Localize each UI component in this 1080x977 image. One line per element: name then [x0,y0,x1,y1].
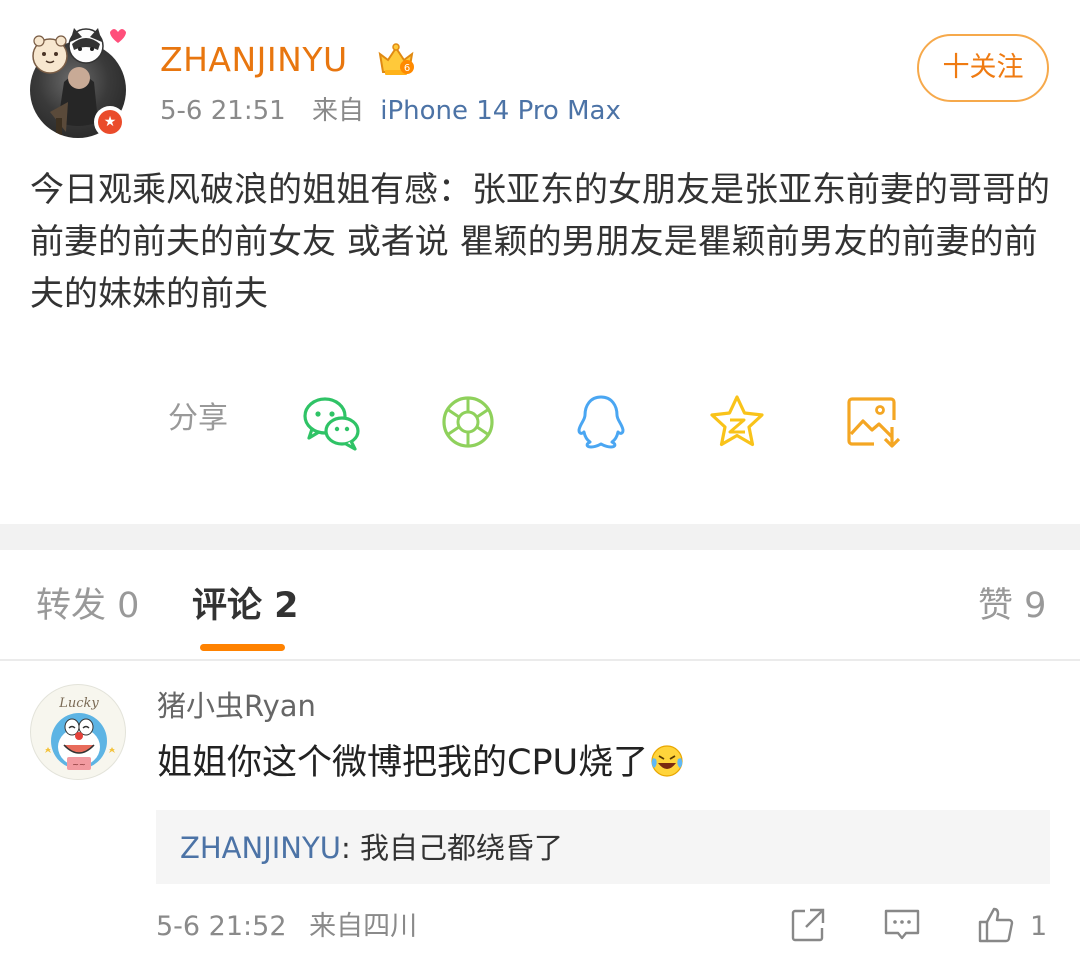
source-prefix: 来自 [311,96,364,126]
sticker-icon [32,28,126,74]
commenter-avatar[interactable]: Lucky ~~ [30,684,126,780]
device-link[interactable]: iPhone 14 Pro Max [380,96,621,126]
reply-text: : 我自己都绕昏了 [340,831,563,865]
reply-username[interactable]: ZHANJINYU [180,831,341,865]
laugh-cry-emoji-icon [651,745,683,777]
active-tab-indicator [200,644,285,651]
share-label: 分享 [168,401,228,436]
author-username[interactable]: ZHANJINYU [160,38,348,82]
comment-meta: 5-6 21:52 来自四川 [156,908,417,946]
like-icon[interactable] [976,905,1016,945]
post-card: ★ ZHANJINYU 6 5-6 21:51 来自 iPhone 14 Pro… [0,0,1080,524]
qq-icon[interactable] [570,392,632,452]
tab-repost[interactable]: 转发 0 [36,582,139,630]
repost-icon[interactable] [788,905,828,945]
star-icon: ★ [98,110,122,134]
wechat-icon[interactable] [300,392,362,452]
comment-body: 姐姐你这个微博把我的CPU烧了 [157,738,684,788]
tabs-divider [0,659,1080,661]
svg-text:6: 6 [404,63,410,74]
qzone-icon[interactable] [706,392,768,452]
comment-icon[interactable] [882,905,922,945]
save-image-icon[interactable] [844,392,906,452]
post-time: 5-6 21:51 [160,96,286,126]
comment-like-count: 1 [1030,911,1048,942]
comment-source: 来自四川 [309,911,418,942]
comment-text: 姐姐你这个微博把我的CPU烧了 [157,743,649,783]
comment-time: 5-6 21:52 [156,911,287,942]
commenter-username[interactable]: 猪小虫Ryan [157,686,316,726]
reply-box[interactable]: ZHANJINYU: 我自己都绕昏了 [156,810,1050,884]
svg-text:Lucky: Lucky [58,696,99,711]
author-avatar[interactable]: ★ [30,22,126,138]
vip-crown-icon: 6 [378,43,414,75]
post-meta: 5-6 21:51 来自 iPhone 14 Pro Max [160,94,621,128]
tab-likes[interactable]: 赞 9 [978,582,1046,630]
svg-text:~~: ~~ [72,760,85,769]
reply-content: ZHANJINYU: 我自己都绕昏了 [180,828,563,868]
follow-button[interactable]: 十关注 [917,34,1049,102]
verified-badge: ★ [94,106,126,138]
moments-icon[interactable] [438,392,500,452]
post-body: 今日观乘风破浪的姐姐有感：张亚东的女朋友是张亚东前妻的哥哥的前妻的前夫的前女友 … [30,170,1050,314]
tab-comments[interactable]: 评论 2 [192,582,299,630]
